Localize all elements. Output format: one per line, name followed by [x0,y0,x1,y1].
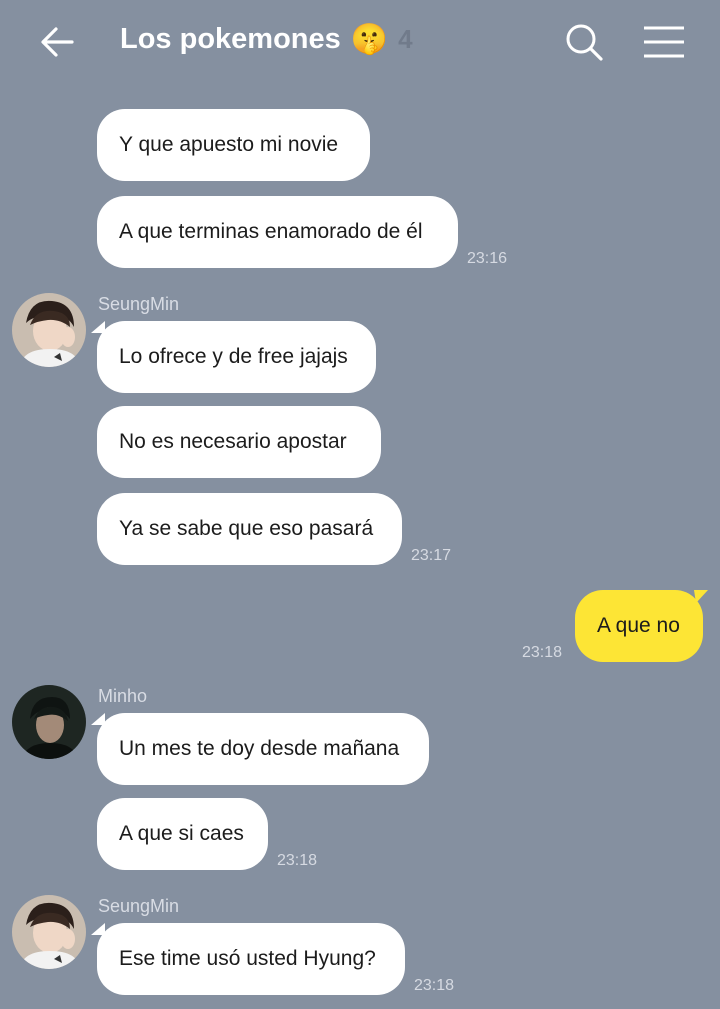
chat-header: Los pokemones 🤫 4 [0,0,720,86]
chat-title-text: Los pokemones [120,23,341,55]
message-time: 23:16 [467,250,508,267]
avatar-minho-image [12,685,86,759]
message-text: Y que apuesto mi novie [119,133,339,156]
avatar-seungmin-image [12,293,86,367]
hamburger-menu-icon [644,26,684,58]
arrow-left-icon [41,27,74,57]
message-text: A que terminas enamorado de él [119,220,423,243]
shushing-emoji-icon: 🤫 [350,23,389,56]
search-icon [566,24,603,61]
message-time: 23:17 [411,547,452,564]
message-time: 23:18 [414,977,455,994]
message-bubble[interactable]: Ya se sabe que eso pasará [97,493,402,565]
avatar-seungmin[interactable] [12,895,86,969]
message-bubble[interactable]: Y que apuesto mi novie [97,109,370,181]
sender-name: SeungMin [98,896,180,916]
message-bubble[interactable]: Un mes te doy desde mañana [97,713,429,785]
message-text: A que si caes [119,822,244,845]
sender-name: SeungMin [98,294,180,314]
message-bubble[interactable]: No es necesario apostar [97,406,381,478]
message-text: Un mes te doy desde mañana [119,737,400,760]
search-button[interactable] [564,22,606,64]
bubble-tail [694,590,708,603]
message-text: A que no [597,614,680,637]
message-text: Lo ofrece y de free jajajs [119,345,348,368]
sender-name: Minho [98,686,148,706]
message-bubble[interactable]: Ese time usó usted Hyung? [97,923,405,995]
avatar-minho[interactable] [12,685,86,759]
avatar-seungmin[interactable] [12,293,86,367]
member-count: 4 [398,24,413,54]
chat-title[interactable]: Los pokemones 🤫 4 [120,22,413,57]
back-button[interactable] [38,22,78,62]
message-text: Ese time usó usted Hyung? [119,947,376,970]
menu-button[interactable] [642,24,686,60]
message-time: 23:18 [522,644,563,661]
message-text: No es necesario apostar [119,430,347,453]
message-bubble[interactable]: A que terminas enamorado de él [97,196,458,268]
message-bubble[interactable]: Lo ofrece y de free jajajs [97,321,376,393]
avatar-seungmin-image [12,895,86,969]
message-bubble[interactable]: A que si caes [97,798,268,870]
message-text: Ya se sabe que eso pasará [119,517,374,540]
message-time: 23:18 [277,852,318,869]
my-message-bubble[interactable]: A que no [575,590,703,662]
